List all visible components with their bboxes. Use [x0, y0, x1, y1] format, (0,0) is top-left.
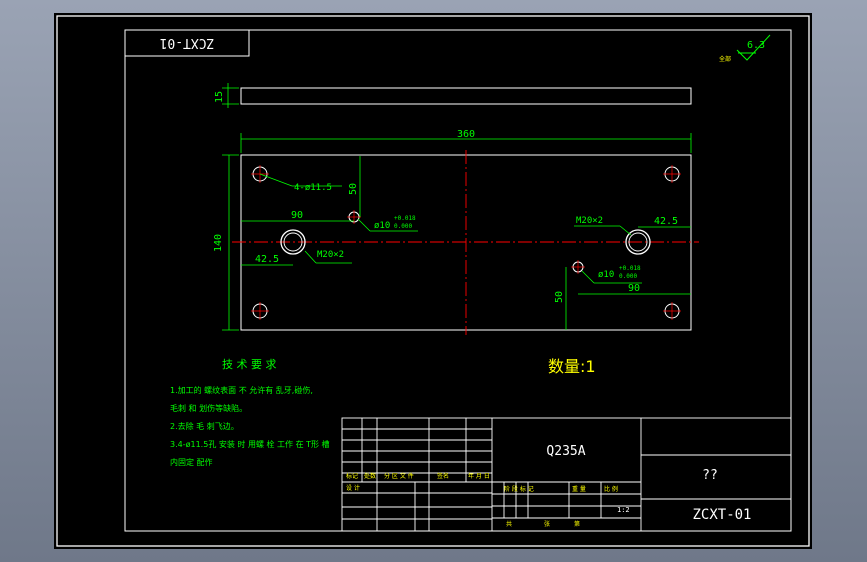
dim-height: 140	[213, 234, 224, 252]
tech-line-2: 毛刺 和 划伤等缺陷。	[170, 403, 247, 413]
dim-spacing-left: 90	[291, 210, 303, 221]
tech-line-5: 内固定 配作	[170, 457, 213, 467]
callout-thread-left: M20×2	[317, 250, 344, 260]
tech-title: 技 术 要 求	[222, 358, 277, 371]
dim-vertical-left: 50	[348, 183, 359, 195]
dim-vertical-right: 50	[554, 291, 565, 303]
dim-thickness: 15	[214, 91, 225, 103]
tech-line-3: 2.去除 毛 刺飞边。	[170, 421, 239, 431]
left-dimensions	[241, 156, 418, 266]
tb-label-date: 年 月 日	[468, 472, 490, 480]
tb-label-stage: 阶 段 标 记	[504, 485, 534, 493]
callout-pin-right: ø10	[598, 270, 614, 280]
tb-label-weight: 重 量	[572, 485, 586, 493]
tb-material: Q235A	[546, 444, 585, 459]
quantity: 数量:1	[548, 357, 596, 376]
tb-label-zone: 分 区 文 件	[384, 472, 414, 480]
tb-label-ratio: 比 例	[604, 485, 618, 493]
code-rotated: ZCXT-01	[160, 35, 215, 50]
tol-lower-left: 0.000	[394, 223, 412, 230]
tb-label-sheet: 张	[544, 520, 550, 528]
tb-label-total: 共	[506, 520, 512, 528]
tb-label-mark: 标记	[346, 472, 358, 480]
callout-thread-right: M20×2	[576, 216, 603, 226]
cad-canvas[interactable]: ZCXT-01 6.3 全部 15 360 140 4-ø11.5 50 90 …	[54, 13, 812, 549]
tb-label-count: 处数	[364, 472, 376, 480]
roughness-note: 全部	[719, 55, 731, 63]
callout-pin-left: ø10	[374, 221, 390, 231]
dim-width: 360	[457, 129, 475, 140]
tb-label-design: 设 计	[346, 484, 360, 492]
roughness-symbol: 6.3 全部	[719, 34, 771, 63]
cad-drawing: ZCXT-01 6.3 全部 15 360 140 4-ø11.5 50 90 …	[56, 15, 810, 547]
tol-upper-left: +0.018	[394, 215, 416, 222]
height-dimension	[222, 154, 239, 331]
tech-line-1: 1.加工的 螺纹表面 不 允许有 乱牙,碰伤,	[170, 385, 313, 395]
side-view-plate	[240, 87, 692, 105]
dim-edge-right: 42.5	[654, 216, 678, 227]
tb-part-name: ??	[702, 468, 718, 483]
tol-lower-right: 0.000	[619, 273, 637, 280]
tb-scale: 1:2	[617, 506, 630, 514]
dim-spacing-right: 90	[628, 283, 640, 294]
tb-label-sheet-no: 第	[574, 520, 580, 528]
roughness-value: 6.3	[747, 40, 765, 51]
tol-upper-right: +0.018	[619, 265, 641, 272]
callout-corner-holes: 4-ø11.5	[294, 183, 332, 193]
tech-line-4: 3.4-ø11.5孔 安装 时 用螺 栓 工作 在 T形 槽	[170, 439, 330, 449]
tb-label-sign: 签名	[437, 472, 449, 480]
dim-edge-left: 42.5	[255, 254, 279, 265]
tb-code: ZCXT-01	[692, 507, 751, 523]
